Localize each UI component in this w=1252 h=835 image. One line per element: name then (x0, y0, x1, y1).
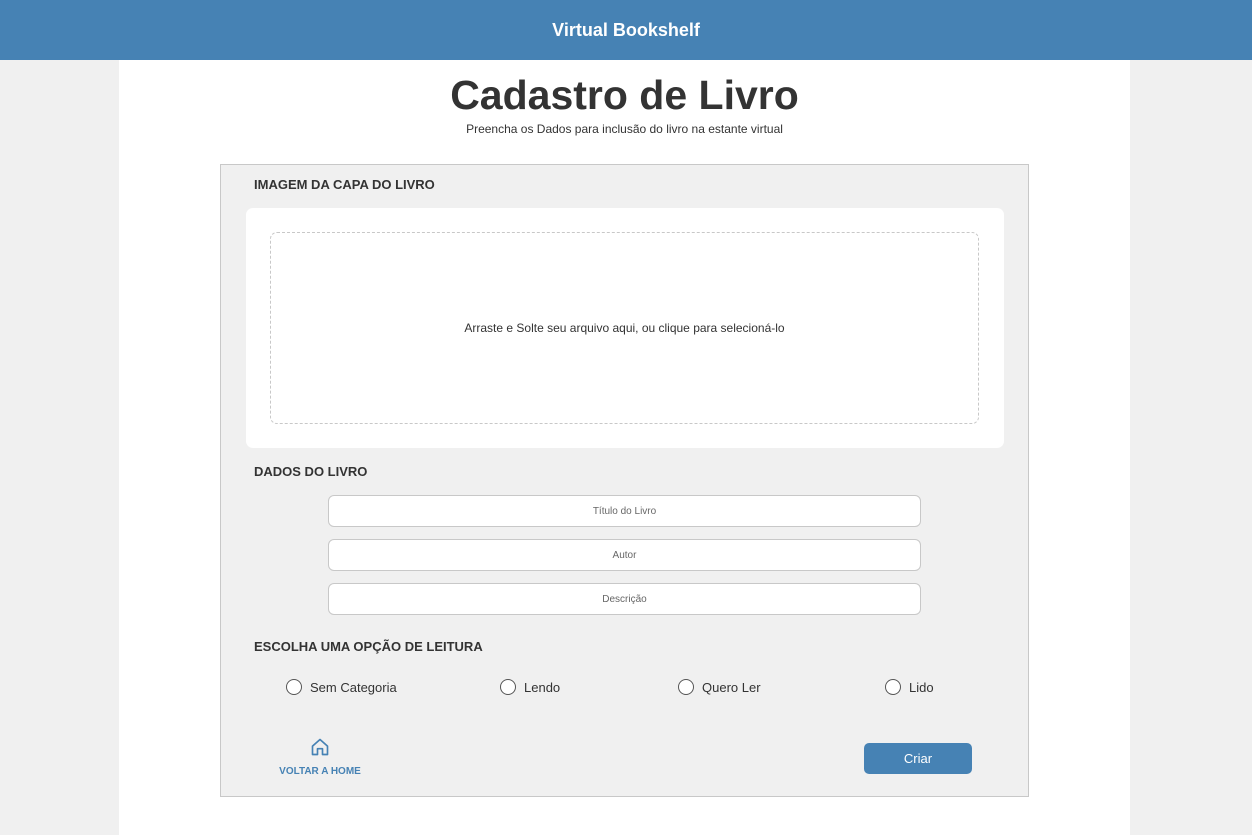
radio-label: Lido (909, 679, 934, 695)
radio-circle[interactable] (500, 679, 516, 695)
cover-upload-card: Arraste e Solte seu arquivo aqui, ou cli… (246, 208, 1004, 448)
book-section-label: DADOS DO LIVRO (254, 464, 368, 479)
reading-section-label: ESCOLHA UMA OPÇÃO DE LEITURA (254, 639, 483, 654)
back-home-label: VOLTAR A HOME (279, 766, 361, 777)
radio-quero-ler[interactable]: Quero Ler (678, 679, 761, 695)
create-button[interactable]: Criar (864, 743, 972, 774)
description-input[interactable] (328, 583, 921, 615)
radio-circle[interactable] (885, 679, 901, 695)
cover-dropzone[interactable]: Arraste e Solte seu arquivo aqui, ou cli… (270, 232, 979, 424)
page-title: Cadastro de Livro (450, 72, 799, 118)
radio-label: Sem Categoria (310, 679, 397, 695)
page-subtitle: Preencha os Dados para inclusão do livro… (466, 122, 783, 136)
radio-lendo[interactable]: Lendo (500, 679, 560, 695)
radio-circle[interactable] (678, 679, 694, 695)
page-content: Cadastro de Livro Preencha os Dados para… (119, 60, 1130, 835)
app-brand: Virtual Bookshelf (552, 19, 700, 40)
dropzone-text: Arraste e Solte seu arquivo aqui, ou cli… (464, 321, 785, 335)
radio-lido[interactable]: Lido (885, 679, 934, 695)
cover-section-label: IMAGEM DA CAPA DO LIVRO (254, 177, 435, 192)
radio-sem-categoria[interactable]: Sem Categoria (286, 679, 397, 695)
radio-circle[interactable] (286, 679, 302, 695)
home-icon (311, 738, 329, 756)
book-form: IMAGEM DA CAPA DO LIVRO Arraste e Solte … (220, 164, 1029, 797)
author-input[interactable] (328, 539, 921, 571)
top-navbar: Virtual Bookshelf (0, 0, 1252, 60)
radio-label: Lendo (524, 679, 561, 695)
title-input[interactable] (328, 495, 921, 527)
back-home-link[interactable]: VOLTAR A HOME (277, 737, 363, 779)
radio-label: Quero Ler (702, 679, 761, 695)
